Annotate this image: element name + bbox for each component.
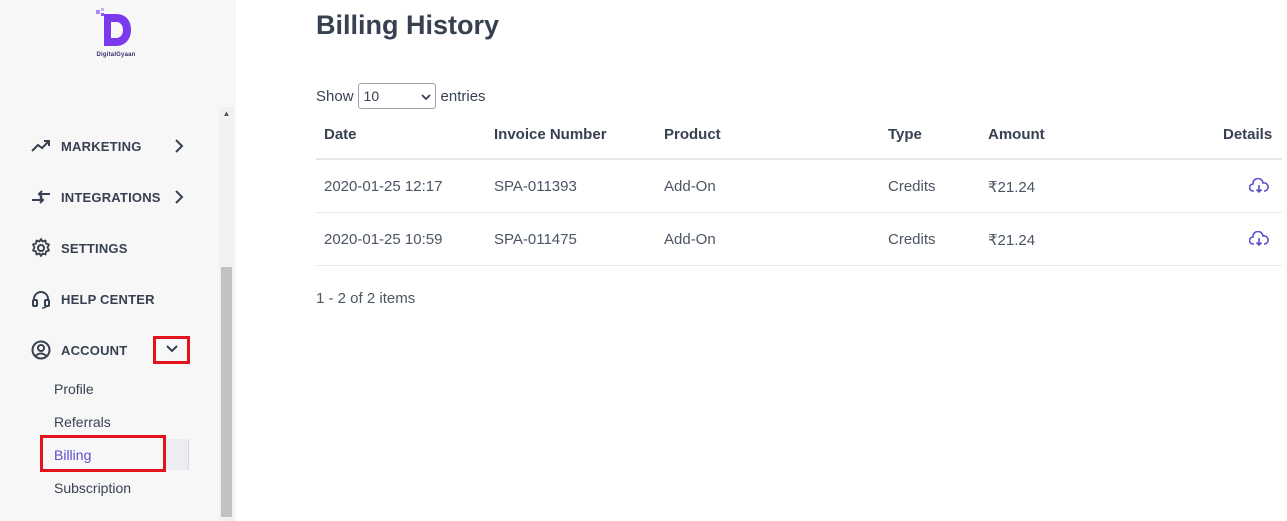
sidebar-item-label: HELP CENTER [61, 291, 155, 307]
cloud-download-icon[interactable] [1248, 230, 1269, 247]
swap-arrows-icon [30, 186, 52, 208]
sidebar-subitem-subscription[interactable]: Subscription [54, 480, 131, 496]
account-expand-toggle[interactable] [153, 336, 190, 364]
entries-label: entries [440, 87, 486, 105]
cell-invoice: SPA-011393 [494, 178, 577, 195]
table-row: 2020-01-25 10:59 SPA-011475 Add-On Credi… [316, 213, 1282, 266]
chevron-right-icon[interactable] [170, 188, 188, 206]
cell-amount: ₹21.24 [988, 179, 1036, 196]
column-header-amount[interactable]: Amount [988, 126, 1045, 143]
table-header: Date Invoice Number Product Type Amount … [316, 118, 1282, 160]
scrollbar-thumb[interactable] [221, 267, 232, 517]
column-header-type[interactable]: Type [888, 126, 922, 143]
sidebar-item-integrations[interactable]: INTEGRATIONS [30, 185, 184, 209]
logo-mark-icon [96, 8, 131, 46]
scroll-up-arrow-icon[interactable]: ▲ [219, 107, 234, 121]
cell-amount: ₹21.24 [988, 232, 1036, 249]
sidebar-item-label: ACCOUNT [61, 342, 128, 358]
sidebar-item-settings[interactable]: SETTINGS [30, 236, 128, 260]
page-size-value: 10 [363, 88, 380, 104]
show-label: Show [316, 87, 354, 105]
column-header-details: Details [1223, 126, 1273, 143]
page-size-control: Show 10 entries [316, 82, 486, 110]
cell-type: Credits [888, 231, 936, 248]
sidebar-item-label: INTEGRATIONS [61, 189, 161, 205]
cell-product: Add-On [664, 178, 716, 195]
gear-icon [30, 237, 52, 259]
sidebar-item-label: MARKETING [61, 138, 142, 154]
cell-date: 2020-01-25 10:59 [324, 231, 443, 248]
table-row: 2020-01-25 12:17 SPA-011393 Add-On Credi… [316, 160, 1282, 213]
cell-invoice: SPA-011475 [494, 231, 577, 248]
sidebar: DigitalGyaan MARKETING INTEGRATIONS SETT… [0, 0, 236, 521]
pagination-summary: 1 - 2 of 2 items [316, 290, 416, 307]
user-circle-icon [30, 339, 52, 361]
chevron-right-icon[interactable] [170, 137, 188, 155]
cloud-download-icon[interactable] [1248, 177, 1269, 194]
headset-icon [30, 288, 52, 310]
sidebar-subitem-referrals[interactable]: Referrals [54, 414, 111, 430]
cell-product: Add-On [664, 231, 716, 248]
trending-up-icon [30, 135, 52, 157]
billing-table: Date Invoice Number Product Type Amount … [316, 118, 1282, 266]
sidebar-item-help-center[interactable]: HELP CENTER [30, 287, 155, 311]
page-size-select[interactable]: 10 [357, 83, 436, 109]
sidebar-item-marketing[interactable]: MARKETING [30, 134, 184, 158]
chevron-down-icon [165, 341, 179, 359]
sidebar-subitem-billing[interactable]: Billing [54, 447, 91, 463]
column-header-date[interactable]: Date [324, 126, 357, 143]
page-title: Billing History [316, 10, 500, 40]
active-item-indicator [166, 439, 189, 470]
chevron-down-icon [420, 88, 431, 104]
cell-type: Credits [888, 178, 936, 195]
sidebar-subitem-profile[interactable]: Profile [54, 381, 94, 397]
logo-text: DigitalGyaan [96, 52, 136, 58]
column-header-product[interactable]: Product [664, 126, 721, 143]
sidebar-scrollbar[interactable]: ▲ [219, 107, 234, 521]
cell-date: 2020-01-25 12:17 [324, 178, 443, 195]
column-header-invoice[interactable]: Invoice Number [494, 126, 607, 143]
brand-logo[interactable]: DigitalGyaan [88, 8, 144, 64]
sidebar-item-account[interactable]: ACCOUNT [30, 338, 127, 362]
sidebar-item-label: SETTINGS [61, 240, 128, 256]
